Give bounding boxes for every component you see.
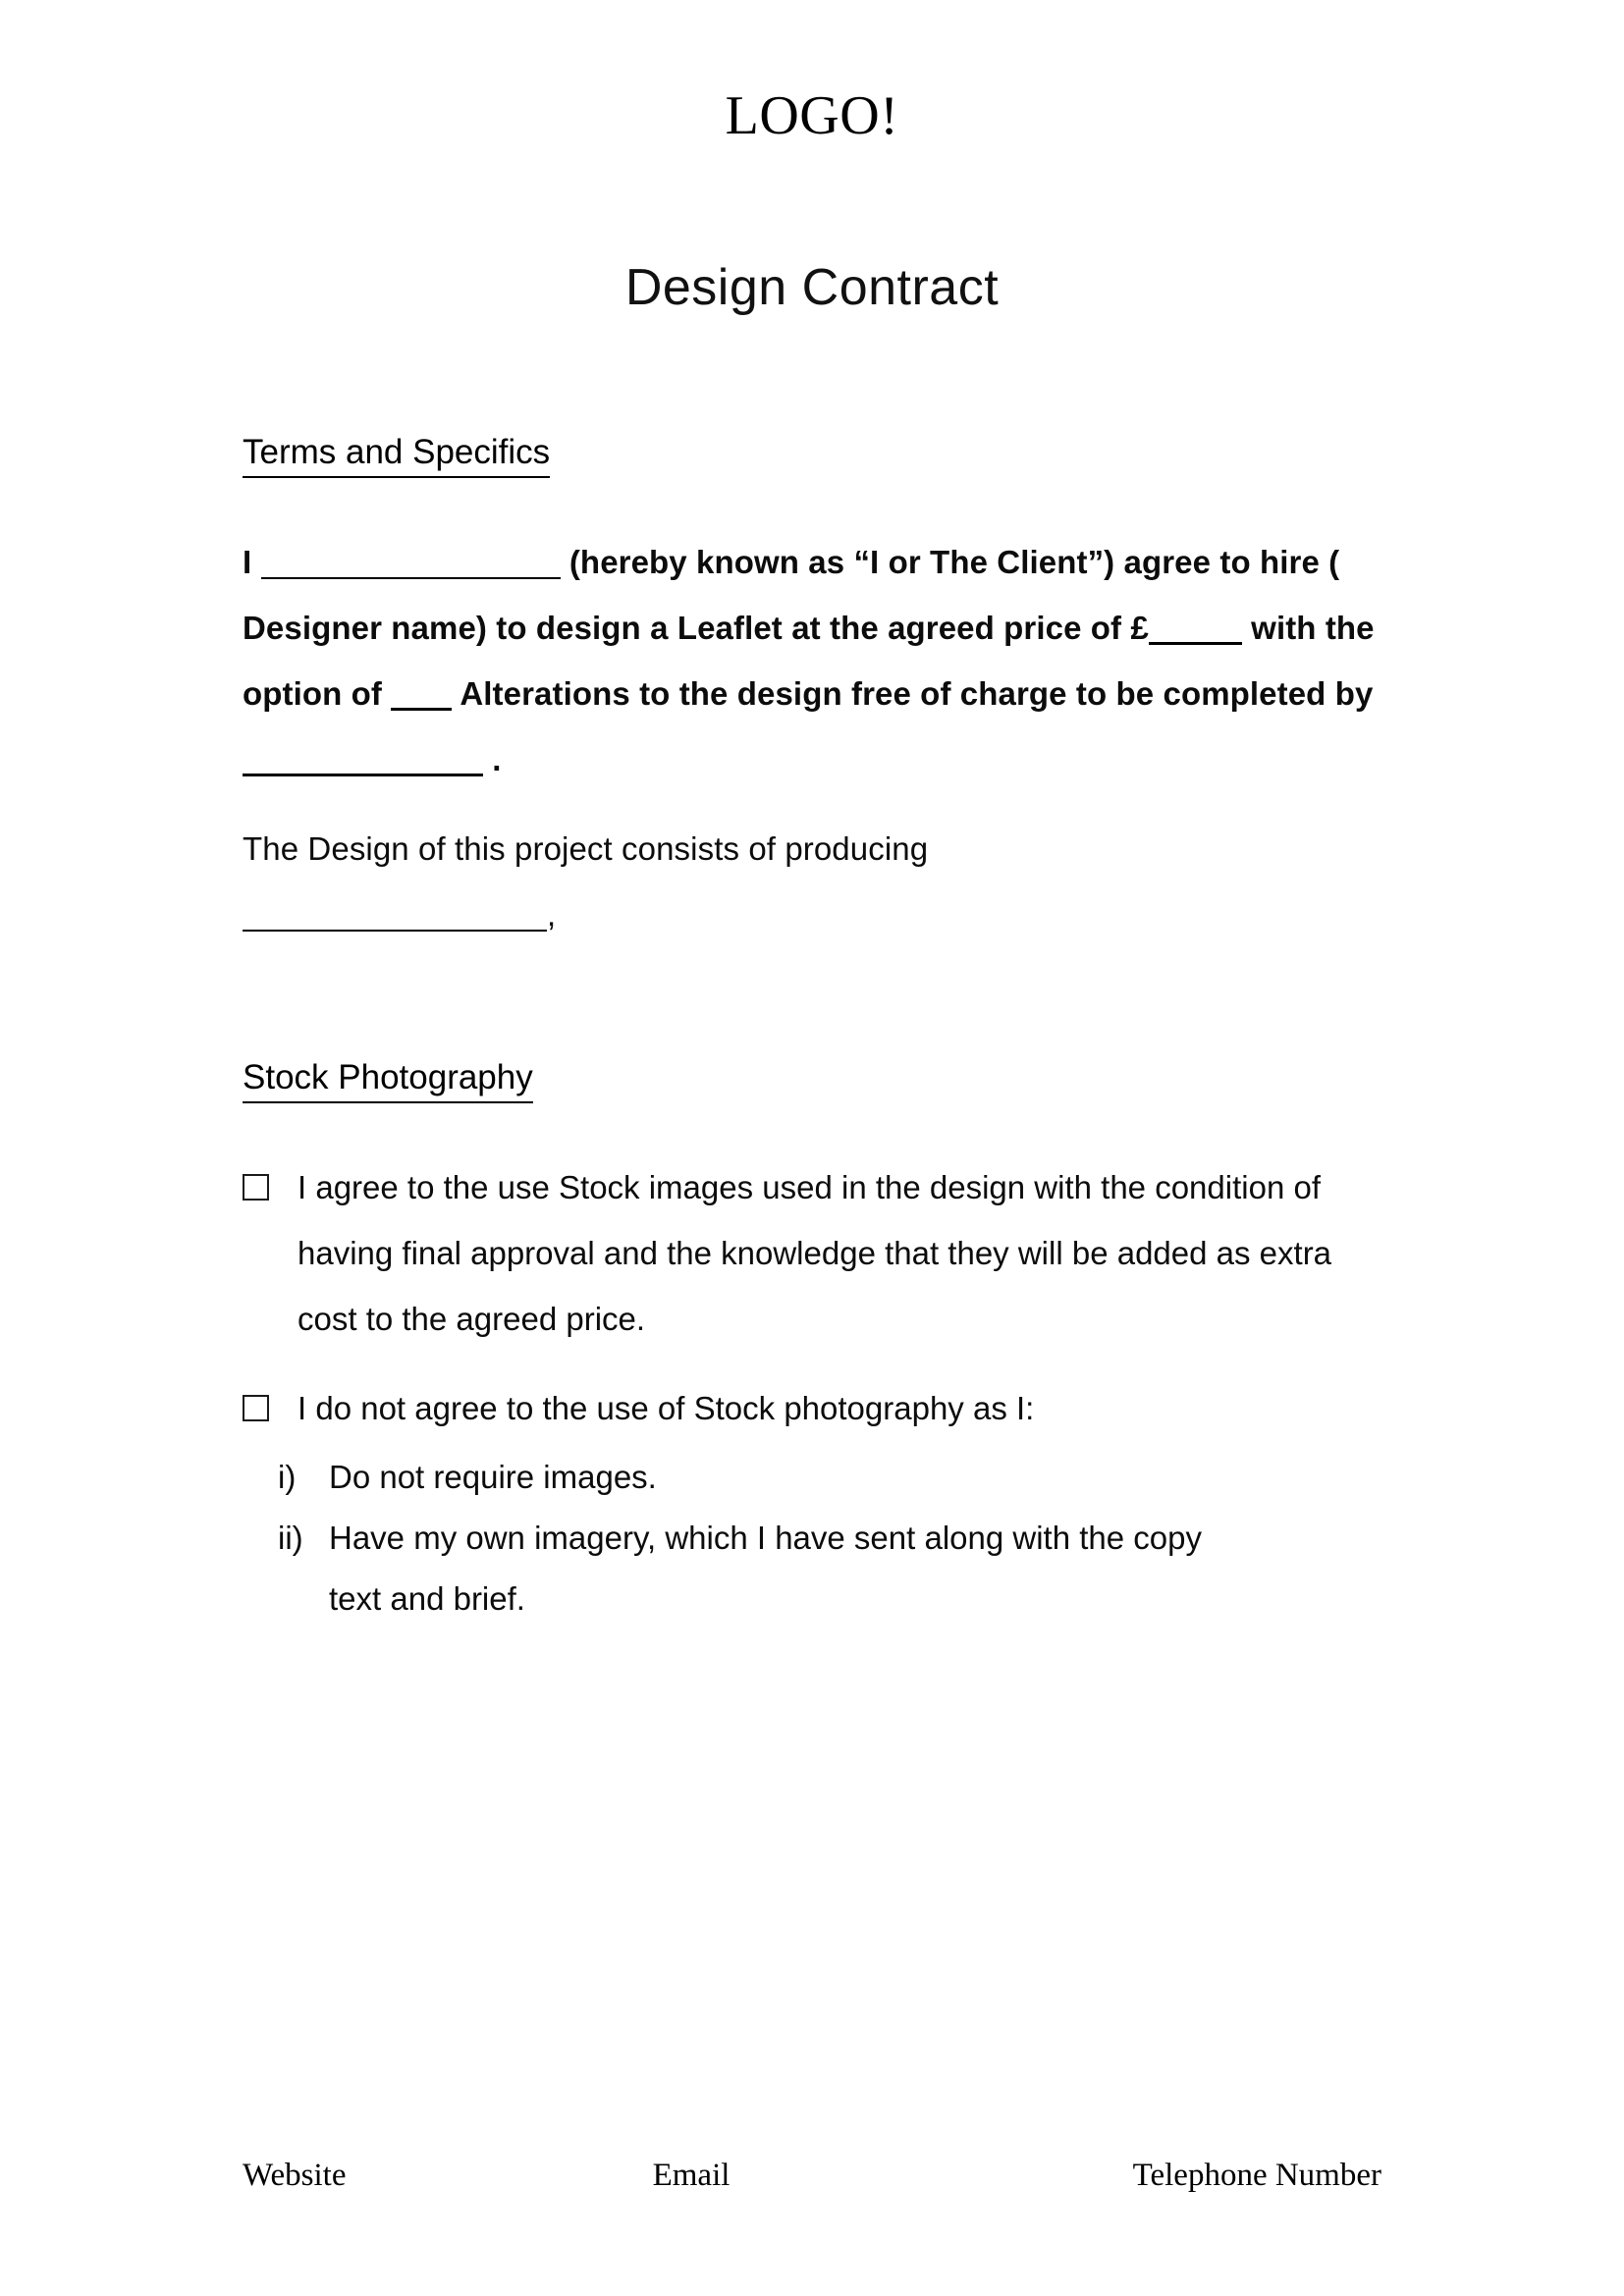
checkbox-icon[interactable] — [243, 1395, 269, 1421]
page-title: Design Contract — [624, 259, 1000, 316]
list-marker: i) — [278, 1459, 297, 1495]
project-description-blank[interactable] — [243, 930, 547, 932]
alterations-count-blank[interactable] — [391, 708, 453, 711]
stock-agree-option[interactable]: I agree to the use Stock images used in … — [243, 1154, 1386, 1352]
terms-heading-wrap: Terms and Specifics — [243, 432, 1386, 529]
terms-line3-suffix: Alterations to the design free of charge… — [460, 675, 1155, 712]
terms-heading: Terms and Specifics — [243, 432, 551, 478]
footer-telephone: Telephone Number — [1132, 2158, 1381, 2193]
terms-line4-suffix: . — [492, 741, 502, 777]
deliverable-type: Leaflet — [677, 610, 783, 646]
stock-agree-label: I agree to the use Stock images used in … — [298, 1169, 1332, 1337]
list-item-text: Have my own imagery, which I have sent a… — [329, 1520, 1202, 1617]
footer-email: Email — [652, 2158, 731, 2193]
list-item: i) Do not require images. — [243, 1447, 1386, 1508]
checkbox-icon[interactable] — [243, 1174, 269, 1201]
terms-line1-prefix: I — [243, 544, 252, 580]
stock-photography-heading: Stock Photography — [243, 1057, 533, 1103]
terms-agreement-paragraph: I (hereby known as “I or The Client”) ag… — [243, 529, 1386, 792]
document-body: Terms and Specifics I (hereby known as “… — [243, 432, 1386, 1629]
terms-line1-suffix: (hereby known as “I or The Client”) agre… — [568, 544, 1251, 580]
terms-line4-prefix: completed by — [1163, 675, 1374, 712]
project-description-prefix: The Design of this project consists of p… — [243, 830, 929, 867]
completion-date-blank[interactable] — [243, 774, 483, 776]
footer-website: Website — [243, 2158, 347, 2193]
list-item: ii) Have my own imagery, which I have se… — [243, 1508, 1386, 1629]
stock-disagree-sublist: i) Do not require images. ii) Have my ow… — [243, 1447, 1386, 1629]
list-marker: ii) — [278, 1520, 303, 1556]
stock-heading-wrap: Stock Photography — [243, 1057, 1386, 1154]
terms-line2-suffix: at the agreed price of — [791, 610, 1122, 646]
agreed-price-blank[interactable] — [1148, 642, 1242, 645]
list-item-text: Do not require images. — [329, 1459, 657, 1495]
logo-text: LOGO! — [725, 85, 899, 146]
contract-page: LOGO! Design Contract Terms and Specific… — [0, 0, 1624, 2296]
project-description-paragraph: The Design of this project consists of p… — [243, 816, 1386, 947]
stock-disagree-label: I do not agree to the use of Stock photo… — [298, 1390, 1035, 1426]
client-name-blank[interactable] — [260, 577, 561, 579]
stock-disagree-option[interactable]: I do not agree to the use of Stock photo… — [243, 1375, 1386, 1441]
project-description-suffix: , — [547, 896, 557, 933]
page-footer: Website Email Telephone Number — [243, 2158, 1381, 2194]
currency-symbol: £ — [1130, 610, 1149, 646]
